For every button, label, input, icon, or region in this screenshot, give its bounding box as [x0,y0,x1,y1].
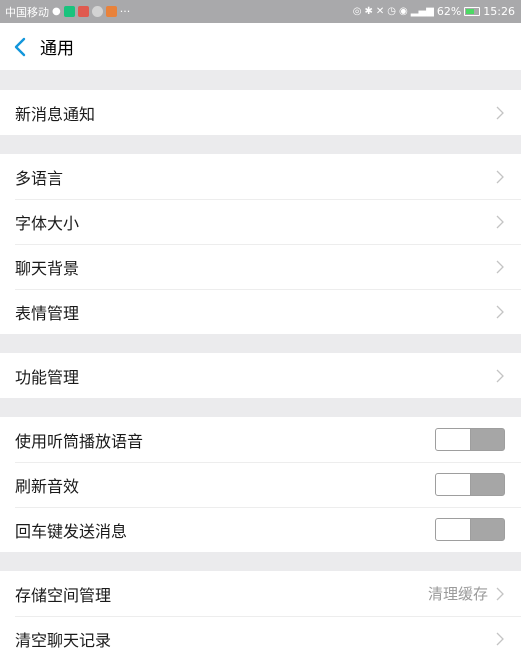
settings-row-feature-management[interactable]: 功能管理 [0,353,521,398]
settings-row-enter-to-send: 回车键发送消息 [0,507,521,552]
chevron-right-icon [496,587,504,601]
row-label: 表情管理 [15,303,80,323]
status-bar: 中国移动 ● ··· ◎ ✱ ✕ ◷ ◉ ▂▄▆ 62% 15:26 [0,0,521,23]
row-label: 新消息通知 [15,104,96,124]
settings-row-earpiece-voice: 使用听筒播放语音 [0,417,521,462]
settings-row-clear-chat-history[interactable]: 清空聊天记录 [0,616,521,659]
back-button[interactable] [0,23,40,70]
settings-group-storage: 存储空间管理 清理缓存 清空聊天记录 [0,571,521,659]
settings-row-chat-background[interactable]: 聊天背景 [0,244,521,289]
row-label: 功能管理 [15,367,80,387]
app-notification-icon [105,6,117,17]
alarm-icon: ◷ [387,6,397,17]
chevron-right-icon [496,170,504,184]
settings-group-features: 功能管理 [0,353,521,398]
app-notification-icon [77,6,89,17]
chevron-right-icon [496,369,504,383]
chevron-right-icon [496,215,504,229]
status-time: 15:26 [483,5,515,18]
settings-group-display: 多语言 字体大小 聊天背景 表情管理 [0,154,521,334]
row-label: 清空聊天记录 [15,630,112,650]
row-label: 字体大小 [15,213,80,233]
settings-group-notifications: 新消息通知 [0,90,521,135]
bluetooth-icon: ✱ [364,6,373,17]
row-label: 使用听筒播放语音 [15,431,144,451]
settings-row-font-size[interactable]: 字体大小 [0,199,521,244]
status-bar-right: ◎ ✱ ✕ ◷ ◉ ▂▄▆ 62% 15:26 [353,5,515,18]
row-label: 聊天背景 [15,258,80,278]
battery-icon [464,7,481,16]
status-bar-left: 中国移动 ● ··· [5,4,130,20]
toggle-knob [436,519,471,540]
carrier-label: 中国移动 [5,5,49,19]
mute-icon: ✕ [375,6,385,17]
signal-icon: ▂▄▆ [410,6,434,17]
chevron-right-icon [496,106,504,120]
toggle-knob [436,429,471,450]
battery-percent: 62% [436,5,462,18]
chevron-left-icon [14,37,26,56]
row-label: 刷新音效 [15,476,80,496]
settings-row-refresh-sound: 刷新音效 [0,462,521,507]
navigation-bar: 通用 [0,23,521,70]
chevron-right-icon [496,632,504,646]
app-notification-icon [63,6,75,17]
refresh-sound-toggle[interactable] [435,473,505,496]
row-right: 清理缓存 [428,583,504,604]
settings-row-storage-management[interactable]: 存储空间管理 清理缓存 [0,571,521,616]
eye-icon: ◉ [399,6,408,17]
enter-to-send-toggle[interactable] [435,518,505,541]
chevron-right-icon [496,305,504,319]
settings-group-toggles: 使用听筒播放语音 刷新音效 回车键发送消息 [0,417,521,552]
settings-row-sticker-management[interactable]: 表情管理 [0,289,521,334]
settings-row-new-message-notification[interactable]: 新消息通知 [0,90,521,135]
settings-row-language[interactable]: 多语言 [0,154,521,199]
clear-cache-detail: 清理缓存 [427,585,488,603]
row-label: 多语言 [15,168,64,188]
nfc-icon: ◎ [352,6,362,17]
row-label: 存储空间管理 [15,585,112,605]
app-notification-icon [91,6,103,17]
page-title: 通用 [40,39,74,59]
chat-bubble-icon: ● [52,6,61,17]
row-label: 回车键发送消息 [15,521,128,541]
more-notifications-indicator: ··· [119,5,131,18]
chevron-right-icon [496,260,504,274]
toggle-knob [436,474,471,495]
earpiece-voice-toggle[interactable] [435,428,505,451]
